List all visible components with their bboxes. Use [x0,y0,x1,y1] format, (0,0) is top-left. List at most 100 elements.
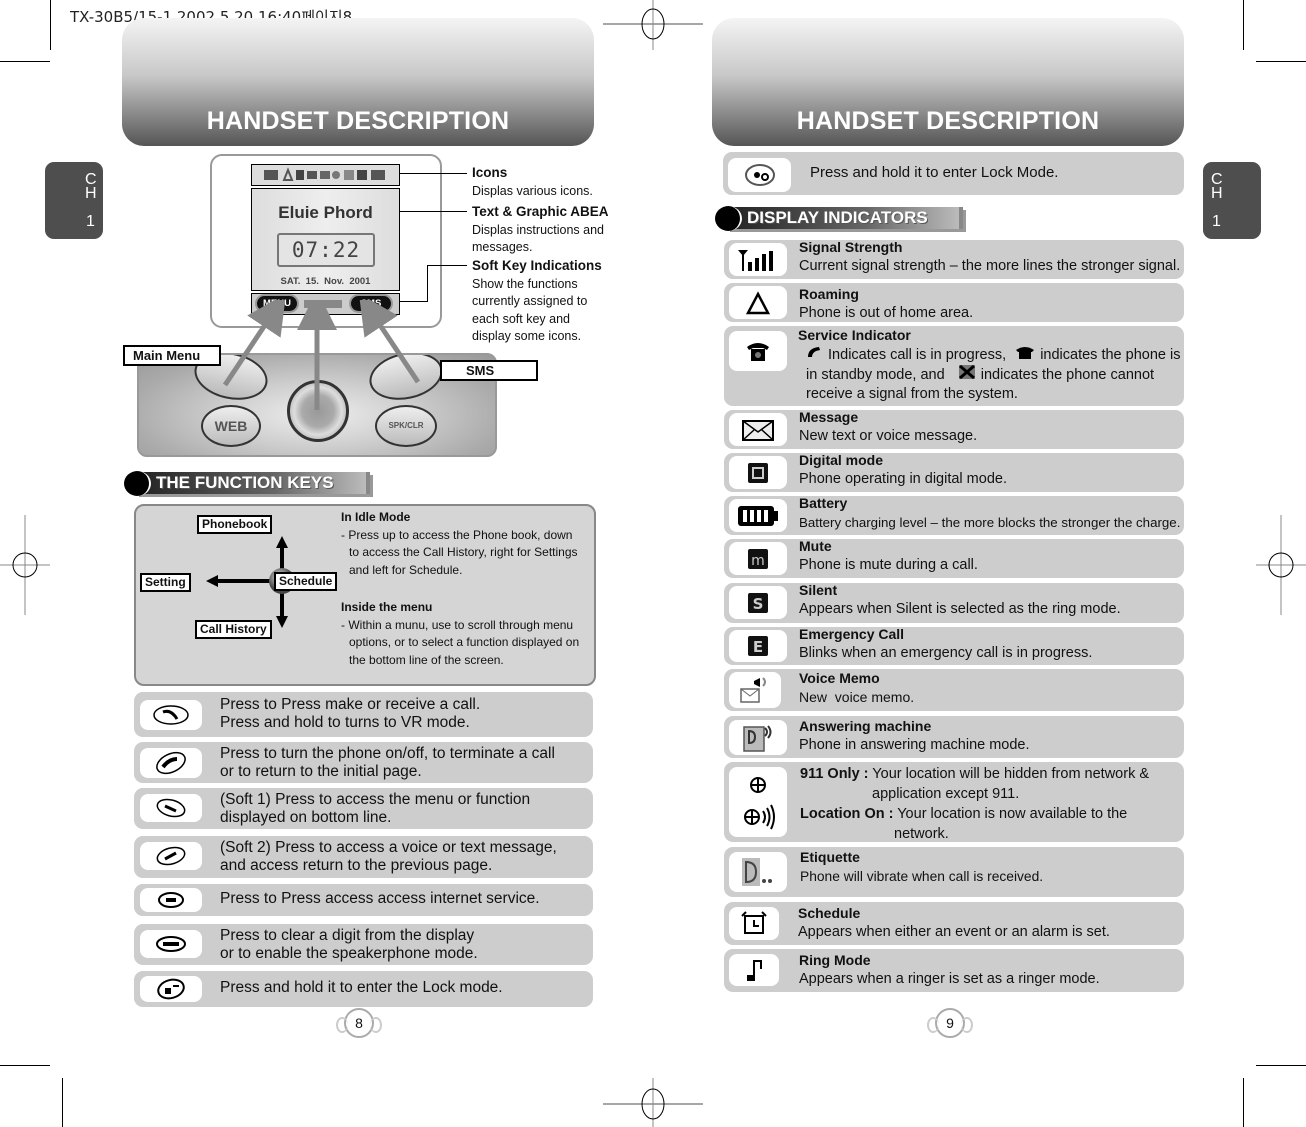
indicator-title: Voice Memo [799,670,880,686]
leader-line [427,265,428,302]
annotation-text-graphic: Text & Graphic ABEA Displas instructions… [472,203,609,257]
answering-machine-icon [743,724,772,752]
indicator-description: indicates the phone cannot [980,367,1155,383]
key-row-web: Press to Press access access internet se… [134,884,593,916]
description-line: to access the Call History, right for Se… [349,545,578,559]
clock-time: 07:22 [291,238,361,262]
battery-icon [738,505,778,526]
indicator-description: network. [894,826,949,842]
key-description: Press and hold to turns to VR mode. [220,714,470,731]
nav-up-phonebook: Phonebook [197,515,273,534]
annotation-icons: Icons Displas various icons. [472,164,593,200]
indicator-roaming: Roaming Phone is out of home area. [724,283,1184,322]
send-key-icon [153,705,189,725]
indicator-title: Silent [799,582,838,598]
indicator-answering-machine: Answering machine Phone in answering mach… [724,716,1184,758]
page-title: HANDSET DESCRIPTION [796,107,1100,135]
key-row-send: Press to Press make or receive a call. Pr… [134,692,593,737]
section-title: THE FUNCTION KEYS [156,473,334,492]
indicator-description: indicates the phone is [1040,347,1181,363]
key-row-clear: Press to clear a digit from the display o… [134,924,593,965]
nav-left-setting: Setting [140,573,191,592]
annotation-text: Displas various icons. [472,183,593,198]
indicator-description: Battery charging level – the more blocks… [799,515,1181,530]
indicator-title: Message [799,409,859,425]
indicator-title: Signal Strength [799,239,903,255]
indicator-title: Ring Mode [799,952,871,968]
indicator-description: Appears when a ringer is set as a ringer… [799,971,1100,987]
lock-mode-row: Press and hold it to enter Lock Mode. [723,152,1184,195]
digital-mode-icon [748,462,768,483]
navigation-key-panel: Phonebook Setting Schedule Call History … [134,504,596,686]
indicator-digital-mode: Digital mode Phone operating in digital m… [724,452,1184,492]
registration-mark-icon [603,0,703,50]
indicator-service: Service Indicator Indicates call is in p… [724,326,1184,406]
indicator-silent: S Silent Appears when Silent is selected … [724,582,1184,623]
indicator-title: Mute [799,538,832,554]
roaming-icon [746,290,770,314]
indicator-title: Location On : [800,806,894,822]
chapter-letter: H [1211,185,1223,202]
end-key-icon [156,751,186,775]
indicator-description: application except 911. [872,786,1020,802]
mute-icon: m [748,548,768,569]
bullet-icon [124,471,151,496]
description-line: - Press up to access the Phone book, dow… [341,527,573,542]
lock-key-icon [744,164,775,186]
idle-mode-description: In Idle Mode - Press up to access the Ph… [341,509,578,579]
text-graphic-area: Eluie Phord 07:22 SAT. 15. Nov. 2001 [251,188,400,291]
indicator-title: Emergency Call [799,626,905,642]
indicator-title: Schedule [798,905,861,921]
section-title: DISPLAY INDICATORS [747,208,928,227]
annotation-text: Displas instructions and [472,222,605,237]
page-number: 9 [927,1008,973,1038]
key-row-lock: Press and hold it to enter the Lock mode… [134,971,593,1007]
sms-callout: SMS [440,360,538,381]
message-icon [742,419,774,441]
crop-mark [0,1065,50,1066]
indicator-description: Phone is out of home area. [799,305,974,321]
crop-mark [50,0,51,50]
registration-mark-icon [603,1078,703,1127]
key-row-soft1: (Soft 1) Press to access the menu or fun… [134,788,593,829]
indicator-description: Blinks when an emergency call is in prog… [799,645,1093,661]
indicator-description: Current signal strength – the more lines… [799,258,1181,274]
svg-text:S: S [753,595,764,613]
bullet-icon [715,206,742,231]
status-icons-icon [264,167,385,181]
chapter-letter: H [85,185,97,202]
service-indicator-icon [747,343,769,361]
annotation-text: Show the functions [472,276,578,291]
lock-key-icon [157,978,185,1000]
spk-clr-key-label: SPK/CLR [388,421,424,430]
crop-mark [1256,1065,1306,1066]
registration-mark-icon [0,515,50,615]
key-description: Press to turn the phone on/off, to termi… [220,745,555,762]
indicator-description: New text or voice message. [799,428,978,444]
icon-bar [251,164,400,186]
idle-mode-title: In Idle Mode [341,510,411,524]
web-key-icon [158,892,184,908]
indicator-signal-strength: Signal Strength Current signal strength –… [724,239,1184,279]
inside-menu-title: Inside the menu [341,600,433,614]
leader-line [399,211,467,212]
indicator-description: receive a signal from the system. [806,386,1018,402]
arrow-right [358,300,421,384]
leader-line [427,265,467,266]
key-description: Press to Press access access internet se… [220,890,540,907]
description-line: options, or to select a function display… [349,635,580,649]
indicator-title: 911 Only : [800,766,869,782]
indicator-description: Phone operating in digital mode. [799,471,1007,487]
indicator-battery: Battery Battery charging level – the more… [724,495,1184,535]
left-page-banner: HANDSET DESCRIPTION [122,18,594,146]
indicator-description: Phone is mute during a call. [799,557,978,573]
crop-mark [1243,1078,1244,1127]
crop-mark [0,61,50,62]
indicator-description: Appears when Silent is selected as the r… [799,601,1121,617]
indicator-description: Phone in answering machine mode. [799,737,1030,753]
key-description: Press to Press make or receive a call. [220,696,481,713]
chapter-number: 1 [1212,213,1221,230]
indicator-title: Battery [799,495,848,511]
inside-menu-description: Inside the menu - Within a munu, use to … [341,599,579,669]
page-number: 8 [336,1008,382,1038]
